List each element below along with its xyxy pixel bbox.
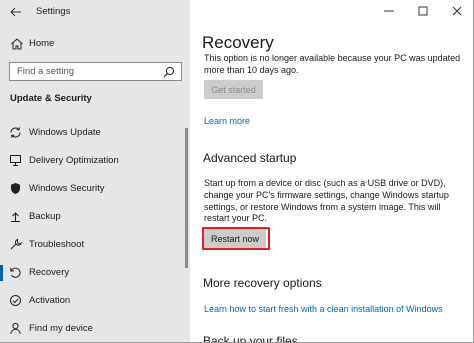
get-started-button[interactable]: Get started bbox=[204, 80, 263, 99]
content-pane: Recovery This option is no longer availa… bbox=[190, 0, 473, 343]
search-icon bbox=[163, 66, 175, 78]
clean-install-link[interactable]: Learn how to start fresh with a clean in… bbox=[204, 304, 443, 314]
sidebar-item-windows-security[interactable]: Windows Security bbox=[0, 179, 190, 199]
recovery-icon bbox=[10, 267, 21, 278]
reset-unavailable-text: This option is no longer available becau… bbox=[204, 53, 461, 75]
home-icon bbox=[11, 38, 23, 50]
search-input[interactable]: Find a setting bbox=[9, 62, 182, 81]
minimize-icon bbox=[384, 10, 394, 12]
sidebar-item-label: Find my device bbox=[29, 323, 93, 334]
sync-icon bbox=[10, 127, 21, 138]
home-label: Home bbox=[29, 38, 55, 49]
sidebar-scrollbar[interactable] bbox=[185, 128, 188, 268]
sidebar-item-label: Recovery bbox=[29, 267, 70, 278]
more-recovery-heading: More recovery options bbox=[203, 276, 322, 290]
page-title: Recovery bbox=[202, 33, 274, 52]
restart-highlight-box bbox=[202, 227, 270, 250]
nav-home[interactable]: Home bbox=[0, 34, 190, 54]
maximize-icon bbox=[418, 6, 428, 16]
maximize-button[interactable] bbox=[406, 0, 440, 22]
sidebar-item-label: Delivery Optimization bbox=[29, 155, 119, 166]
close-button[interactable] bbox=[440, 0, 473, 22]
sidebar-item-activation[interactable]: Activation bbox=[0, 291, 190, 311]
sidebar: Settings Home Find a setting Update & Se… bbox=[0, 0, 190, 342]
section-title: Update & Security bbox=[10, 93, 92, 104]
app-title: Settings bbox=[36, 6, 71, 17]
delivery-optimization-icon bbox=[10, 155, 21, 166]
person-icon bbox=[10, 322, 21, 335]
sidebar-item-label: Backup bbox=[29, 211, 61, 222]
backup-files-heading: Back up your files bbox=[203, 334, 298, 343]
learn-more-link[interactable]: Learn more bbox=[204, 116, 250, 126]
sidebar-item-label: Activation bbox=[29, 295, 71, 306]
sidebar-item-find-my-device[interactable]: Find my device bbox=[0, 319, 190, 339]
sidebar-item-windows-update[interactable]: Windows Update bbox=[0, 123, 190, 143]
sidebar-item-label: Windows Update bbox=[29, 127, 101, 138]
sidebar-item-troubleshoot[interactable]: Troubleshoot bbox=[0, 235, 190, 255]
sidebar-item-delivery-optimization[interactable]: Delivery Optimization bbox=[0, 151, 190, 171]
advanced-startup-heading: Advanced startup bbox=[203, 151, 297, 165]
search-placeholder: Find a setting bbox=[17, 66, 75, 77]
backup-icon bbox=[11, 212, 20, 222]
window-controls bbox=[372, 0, 473, 22]
sidebar-item-recovery[interactable]: Recovery bbox=[0, 263, 190, 283]
sidebar-item-label: Windows Security bbox=[29, 183, 105, 194]
sidebar-item-label: Troubleshoot bbox=[29, 239, 85, 250]
minimize-button[interactable] bbox=[372, 0, 406, 22]
advanced-startup-description: Start up from a device or disc (such as … bbox=[204, 178, 449, 224]
sidebar-item-backup[interactable]: Backup bbox=[0, 207, 190, 227]
close-icon bbox=[452, 6, 462, 16]
title-bar: Settings bbox=[0, 0, 190, 24]
shield-icon bbox=[11, 183, 20, 194]
settings-window: Settings Home Find a setting Update & Se… bbox=[0, 0, 474, 343]
activation-icon bbox=[10, 295, 21, 306]
wrench-icon bbox=[10, 238, 22, 250]
back-button[interactable] bbox=[6, 3, 26, 21]
back-arrow-icon bbox=[10, 7, 21, 17]
